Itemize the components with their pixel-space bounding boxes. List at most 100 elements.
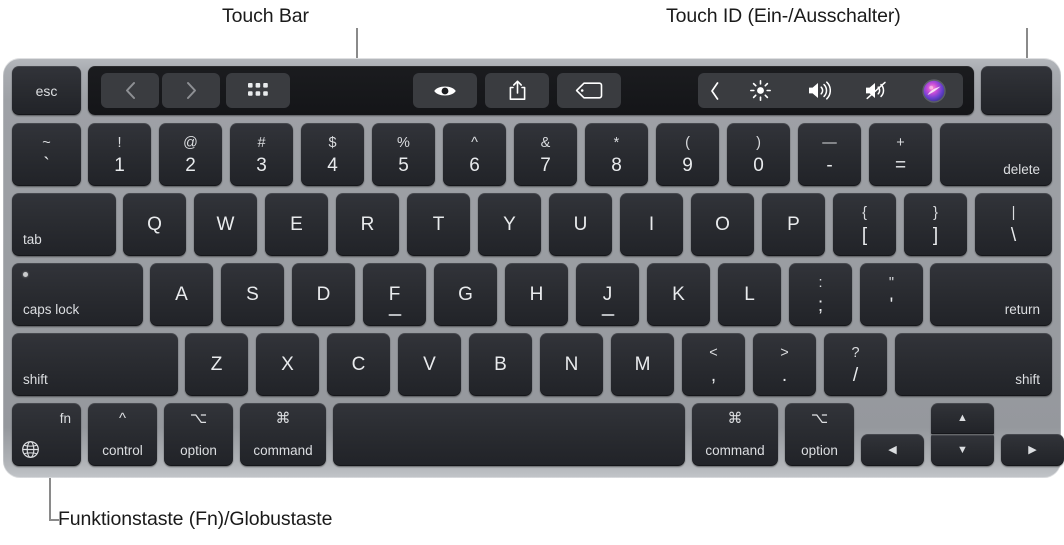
quick-look-icon[interactable] — [413, 73, 477, 108]
key-comma[interactable]: < , — [682, 333, 745, 396]
key-space[interactable] — [333, 403, 685, 466]
key-equals[interactable]: + = — [869, 123, 932, 186]
key-command-left[interactable]: ⌘ command — [240, 403, 326, 466]
key-a[interactable]: A — [150, 263, 213, 326]
key-backslash-shift-legend: | — [1011, 205, 1016, 222]
key-v[interactable]: V — [398, 333, 461, 396]
key-8[interactable]: * 8 — [585, 123, 648, 186]
key-k[interactable]: K — [647, 263, 710, 326]
key-touch-id[interactable] — [981, 66, 1052, 115]
key-m-legend: M — [634, 354, 651, 375]
key-delete[interactable]: delete — [940, 123, 1052, 186]
key-arrow-up[interactable]: ▲ — [931, 403, 994, 434]
key-return[interactable]: return — [930, 263, 1052, 326]
key-arrow-left[interactable]: ◀ — [861, 434, 924, 466]
key-arrow-right[interactable]: ▶ — [1001, 434, 1064, 466]
key-arrow-up-legend: ▲ — [957, 412, 968, 424]
key-fn-globe[interactable]: fn — [12, 403, 81, 466]
key-e[interactable]: E — [265, 193, 328, 256]
key-0[interactable]: ) 0 — [727, 123, 790, 186]
key-f[interactable]: F — [363, 263, 426, 326]
key-semicolon[interactable]: : ; — [789, 263, 852, 326]
key-s[interactable]: S — [221, 263, 284, 326]
key-y-legend: Y — [503, 214, 516, 235]
touch-bar-strip[interactable] — [88, 66, 974, 115]
key-6[interactable]: ^ 6 — [443, 123, 506, 186]
key-h[interactable]: H — [505, 263, 568, 326]
key-command-right-symbol: ⌘ — [727, 410, 743, 427]
key-j[interactable]: J — [576, 263, 639, 326]
key-bracket-left-legend: [ — [861, 224, 868, 246]
key-q[interactable]: Q — [123, 193, 186, 256]
key-command-right[interactable]: ⌘ command — [692, 403, 778, 466]
key-y[interactable]: Y — [478, 193, 541, 256]
key-backslash[interactable]: | \ — [975, 193, 1052, 256]
key-arrow-down[interactable]: ▼ — [931, 435, 994, 466]
key-2-legend: 2 — [185, 154, 196, 176]
key-command-left-label: command — [253, 442, 313, 458]
key-option-right[interactable]: ⌥ option — [785, 403, 854, 466]
key-v-legend: V — [423, 354, 436, 375]
key-p-legend: P — [787, 214, 800, 235]
key-4[interactable]: $ 4 — [301, 123, 364, 186]
key-d[interactable]: D — [292, 263, 355, 326]
key-1[interactable]: ! 1 — [88, 123, 151, 186]
key-h-legend: H — [529, 284, 544, 305]
key-bracket-right-legend: ] — [932, 224, 939, 246]
key-5[interactable]: % 5 — [372, 123, 435, 186]
key-minus[interactable]: — - — [798, 123, 861, 186]
key-l[interactable]: L — [718, 263, 781, 326]
tag-icon[interactable] — [557, 73, 621, 108]
homing-bump-icon — [601, 314, 614, 316]
key-grave[interactable]: ~ ` — [12, 123, 81, 186]
back-icon[interactable] — [101, 73, 159, 108]
key-t[interactable]: T — [407, 193, 470, 256]
forward-icon[interactable] — [162, 73, 220, 108]
grid-view-icon[interactable] — [226, 73, 290, 108]
key-slash-legend: / — [852, 364, 859, 386]
key-3[interactable]: # 3 — [230, 123, 293, 186]
key-comma-shift-legend: < — [709, 345, 718, 362]
key-tab[interactable]: tab — [12, 193, 116, 256]
key-equals-shift-legend: + — [896, 135, 905, 152]
key-b[interactable]: B — [469, 333, 532, 396]
expand-control-strip-icon[interactable] — [698, 73, 732, 108]
key-bracket-left[interactable]: { [ — [833, 193, 896, 256]
control-strip[interactable] — [698, 73, 963, 108]
key-option-left-label: option — [180, 442, 217, 458]
key-o[interactable]: O — [691, 193, 754, 256]
key-w[interactable]: W — [194, 193, 257, 256]
brightness-icon[interactable] — [732, 73, 790, 108]
mute-icon[interactable] — [847, 73, 905, 108]
key-p[interactable]: P — [762, 193, 825, 256]
key-option-left[interactable]: ⌥ option — [164, 403, 233, 466]
key-period-shift-legend: > — [780, 345, 789, 362]
key-quote[interactable]: " ' — [860, 263, 923, 326]
key-g[interactable]: G — [434, 263, 497, 326]
share-icon[interactable] — [485, 73, 549, 108]
key-slash-shift-legend: ? — [851, 345, 860, 362]
key-9[interactable]: ( 9 — [656, 123, 719, 186]
key-7[interactable]: & 7 — [514, 123, 577, 186]
siri-icon[interactable] — [905, 73, 963, 108]
key-2[interactable]: @ 2 — [159, 123, 222, 186]
key-slash[interactable]: ? / — [824, 333, 887, 396]
key-control[interactable]: ^ control — [88, 403, 157, 466]
key-m[interactable]: M — [611, 333, 674, 396]
key-n[interactable]: N — [540, 333, 603, 396]
key-r[interactable]: R — [336, 193, 399, 256]
key-u[interactable]: U — [549, 193, 612, 256]
volume-icon[interactable] — [790, 73, 848, 108]
key-bracket-right[interactable]: } ] — [904, 193, 967, 256]
key-z[interactable]: Z — [185, 333, 248, 396]
key-x[interactable]: X — [256, 333, 319, 396]
key-6-legend: 6 — [469, 154, 480, 176]
key-shift-right[interactable]: shift — [895, 333, 1052, 396]
key-8-shift-legend: * — [613, 135, 620, 152]
key-shift-left[interactable]: shift — [12, 333, 178, 396]
key-c[interactable]: C — [327, 333, 390, 396]
key-caps-lock[interactable]: caps lock — [12, 263, 143, 326]
key-period[interactable]: > . — [753, 333, 816, 396]
key-esc[interactable]: esc — [12, 66, 81, 115]
key-i[interactable]: I — [620, 193, 683, 256]
